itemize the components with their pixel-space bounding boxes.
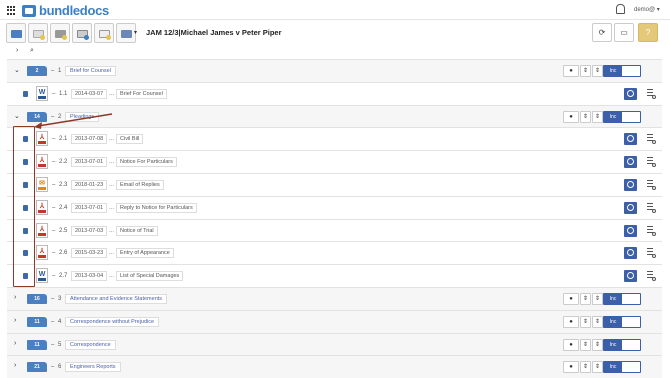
annotation-arrow bbox=[34, 113, 113, 129]
